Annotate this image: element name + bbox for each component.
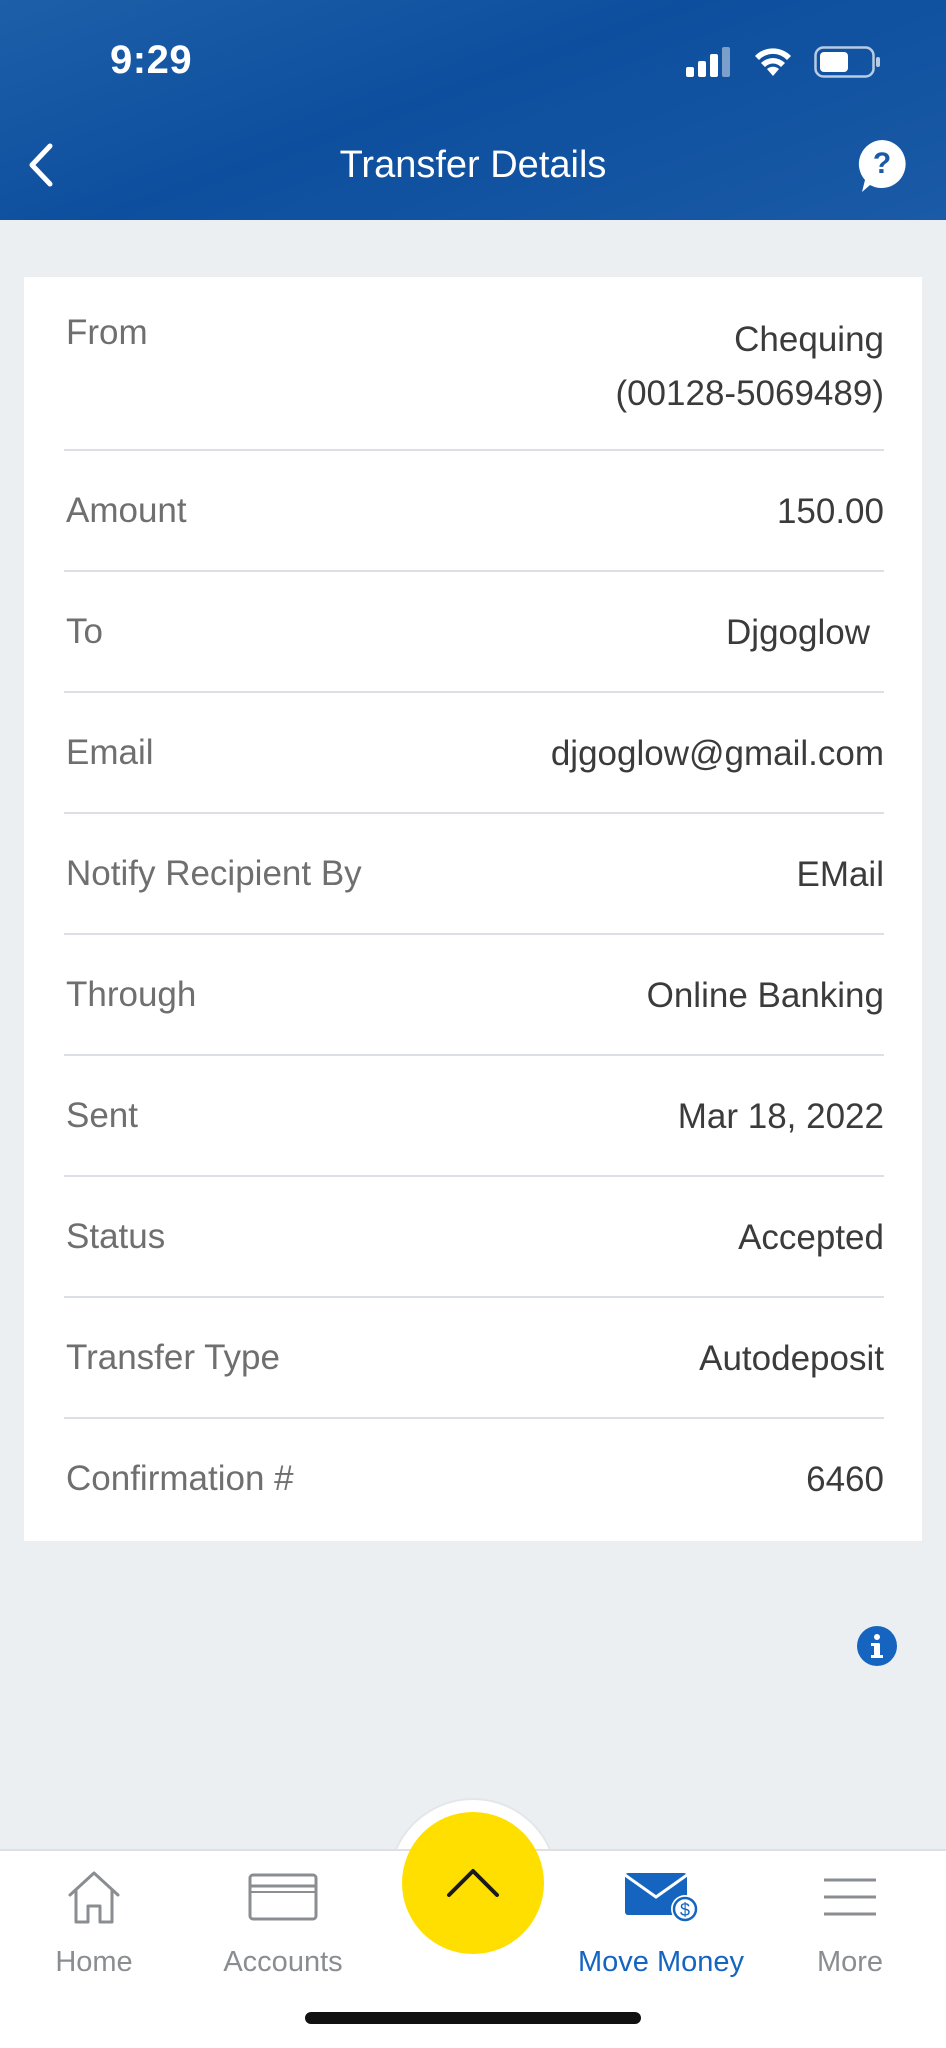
help-button[interactable]: ? <box>856 138 908 194</box>
tab-label: Home <box>55 1946 133 1978</box>
menu-icon <box>824 1878 876 1916</box>
transfer-details-card: From Chequing (00128-5069489) Amount 150… <box>24 277 922 1541</box>
tab-label: More <box>816 1946 884 1978</box>
svg-text:$: $ <box>680 1900 690 1920</box>
detail-value: 150.00 <box>776 492 884 531</box>
detail-label: Notify Recipient By <box>66 854 362 893</box>
detail-value: Online Banking <box>646 976 884 1015</box>
info-icon <box>857 1626 897 1666</box>
envelope-dollar-icon: $ <box>624 1873 699 1923</box>
quick-actions-button[interactable] <box>402 1812 544 1954</box>
detail-value: Chequing (00128-5069489) <box>615 313 884 422</box>
status-time: 9:29 <box>110 38 193 82</box>
detail-row-email: Email djgoglow@gmail.com <box>64 693 884 814</box>
detail-label: Through <box>66 975 197 1014</box>
detail-value: djgoglow@gmail.com <box>550 734 884 773</box>
detail-value: 6460 <box>806 1460 884 1499</box>
from-account-name: Chequing <box>734 320 884 359</box>
battery-icon <box>814 46 880 78</box>
wifi-icon <box>755 48 791 76</box>
detail-row-sent: Sent Mar 18, 2022 <box>64 1056 884 1177</box>
detail-row-amount: Amount 150.00 <box>64 451 884 572</box>
detail-row-status: Status Accepted <box>64 1177 884 1298</box>
detail-label: Email <box>66 733 154 772</box>
detail-value: Accepted <box>738 1218 884 1257</box>
detail-label: From <box>66 313 148 352</box>
detail-row-to: To Djgoglow <box>64 572 884 693</box>
tab-move-money[interactable]: $ Move Money <box>566 1862 756 1979</box>
detail-label: Sent <box>66 1096 138 1135</box>
home-icon <box>68 1871 120 1924</box>
detail-value: Djgoglow <box>726 613 870 652</box>
detail-label: To <box>66 612 103 651</box>
detail-label: Status <box>66 1217 166 1256</box>
signal-icon <box>686 47 730 77</box>
tab-home[interactable]: Home <box>0 1862 189 1979</box>
detail-row-from: From Chequing (00128-5069489) <box>64 277 884 451</box>
tab-label: Move Money <box>577 1946 744 1978</box>
detail-value: Mar 18, 2022 <box>677 1097 884 1136</box>
detail-row-confirmation: Confirmation # 6460 <box>64 1419 884 1540</box>
help-bubble-icon: ? <box>858 140 906 192</box>
tab-label: Accounts <box>223 1946 343 1978</box>
app-header: 9:29 Transfer Details ? <box>0 0 946 220</box>
from-account-number: (00128-5069489) <box>615 374 884 414</box>
detail-value: Autodeposit <box>699 1339 884 1378</box>
detail-label: Amount <box>66 491 187 530</box>
card-icon <box>248 1873 318 1921</box>
detail-label: Transfer Type <box>66 1338 280 1377</box>
detail-value: EMail <box>796 855 884 894</box>
detail-row-transfer-type: Transfer Type Autodeposit <box>64 1298 884 1419</box>
home-indicator[interactable] <box>305 2012 641 2024</box>
detail-label: Confirmation # <box>66 1459 294 1498</box>
info-button[interactable] <box>856 1625 898 1667</box>
svg-text:?: ? <box>873 147 891 180</box>
chevron-up-icon <box>447 1869 499 1897</box>
status-icons <box>686 44 882 80</box>
detail-row-through: Through Online Banking <box>64 935 884 1056</box>
tab-accounts[interactable]: Accounts <box>188 1862 378 1979</box>
tab-more[interactable]: More <box>755 1862 945 1979</box>
detail-row-notify: Notify Recipient By EMail <box>64 814 884 935</box>
page-title: Transfer Details <box>339 144 607 186</box>
